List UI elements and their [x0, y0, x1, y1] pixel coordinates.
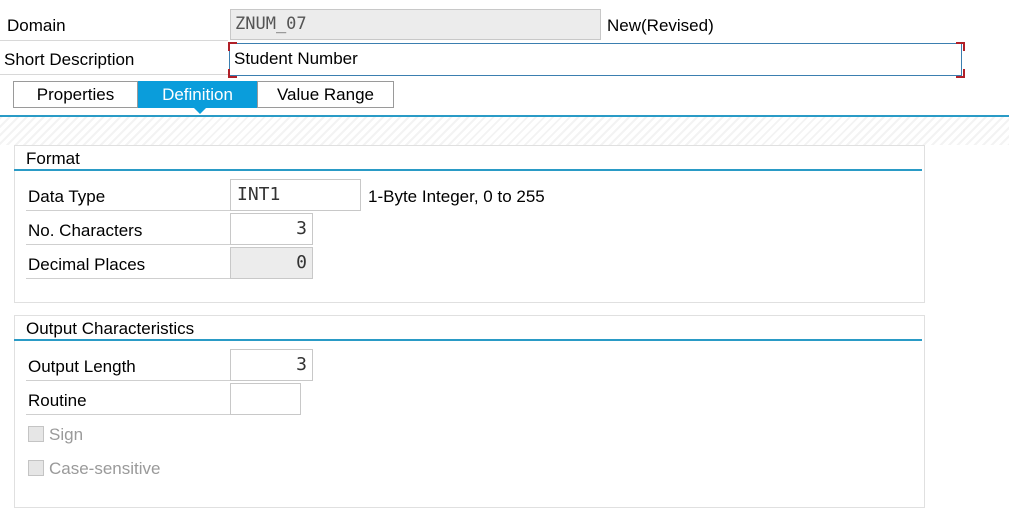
domain-name-field[interactable]: ZNUM_07 — [230, 9, 601, 40]
required-corner-tl — [228, 42, 237, 51]
output-group-title: Output Characteristics — [26, 319, 195, 338]
routine-row-divider — [26, 414, 230, 415]
status-text: New(Revised) — [607, 16, 714, 35]
decimal-places-field: 0 — [230, 247, 313, 279]
routine-label: Routine — [28, 391, 87, 410]
format-group-underline — [14, 169, 922, 171]
case-sensitive-checkbox — [28, 460, 44, 476]
short-description-divider — [0, 74, 228, 75]
data-type-description: 1-Byte Integer, 0 to 255 — [368, 187, 545, 206]
sign-checkbox — [28, 426, 44, 442]
required-corner-bl — [228, 69, 237, 78]
decimal-places-label: Decimal Places — [28, 255, 146, 274]
data-type-label: Data Type — [28, 187, 106, 206]
short-description-label: Short Description — [4, 50, 135, 69]
domain-row-divider — [0, 40, 228, 41]
tab-value-range[interactable]: Value Range — [257, 81, 394, 108]
output-group-underline — [14, 339, 922, 341]
routine-input[interactable] — [230, 383, 301, 415]
case-sensitive-checkbox-label: Case-sensitive — [49, 459, 161, 478]
data-type-row-divider — [26, 210, 230, 211]
output-length-label: Output Length — [28, 357, 136, 376]
required-corner-br — [956, 69, 965, 78]
domain-label: Domain — [7, 16, 66, 35]
output-length-row-divider — [26, 380, 230, 381]
no-characters-row-divider — [26, 244, 230, 245]
sign-checkbox-label: Sign — [49, 425, 84, 444]
no-characters-label: No. Characters — [28, 221, 143, 240]
decimal-places-row-divider — [26, 278, 230, 279]
short-description-input[interactable]: Student Number — [229, 43, 962, 76]
domain-definition-screen: Domain ZNUM_07 New(Revised) Short Descri… — [0, 0, 1009, 508]
format-group-title: Format — [26, 149, 80, 168]
data-type-input[interactable]: INT1 — [230, 179, 361, 211]
tab-properties[interactable]: Properties — [13, 81, 138, 108]
tab-definition[interactable]: Definition — [138, 81, 257, 108]
output-length-input[interactable]: 3 — [230, 349, 313, 381]
output-characteristics-group — [14, 315, 925, 508]
tab-content-background — [0, 117, 1009, 145]
active-tab-pointer — [194, 108, 206, 114]
required-corner-tr — [956, 42, 965, 51]
no-characters-input[interactable]: 3 — [230, 213, 313, 245]
